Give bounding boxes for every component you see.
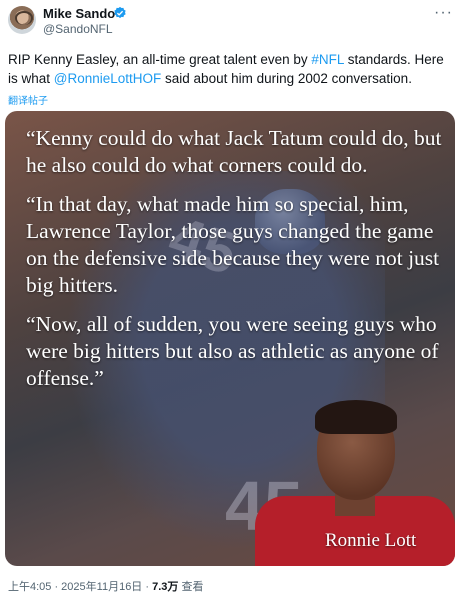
avatar[interactable] bbox=[8, 6, 36, 34]
tweet-text-part: said about him during 2002 conversation. bbox=[161, 71, 412, 86]
hashtag-link[interactable]: #NFL bbox=[311, 52, 344, 67]
signature: Ronnie Lott bbox=[325, 530, 417, 551]
quote-3: “Now, all of sudden, you were seeing guy… bbox=[26, 312, 439, 390]
author-name[interactable]: Mike Sando bbox=[43, 6, 115, 21]
quote-1: “Kenny could do what Jack Tatum could do… bbox=[26, 126, 442, 177]
views-label: 查看 bbox=[178, 581, 204, 593]
tweet-image[interactable]: 45 45 “Kenny could do what Jack Tatum co… bbox=[5, 111, 455, 566]
view-count: 7.3万 bbox=[152, 581, 179, 593]
tweet-meta: 上午4:05 · 2025年11月16日 · 7.3万 查看 bbox=[8, 578, 203, 594]
timestamp[interactable]: 上午4:05 · 2025年11月16日 · bbox=[8, 581, 152, 593]
tweet-header: Mike Sando @SandoNFL ··· bbox=[0, 0, 461, 44]
quote-2: “In that day, what made him so special, … bbox=[26, 192, 440, 297]
author-handle[interactable]: @SandoNFL bbox=[43, 22, 113, 36]
translate-post-link[interactable]: 翻译帖子 bbox=[8, 92, 48, 107]
tweet-text: RIP Kenny Easley, an all-time great tale… bbox=[8, 50, 453, 88]
verified-badge-icon bbox=[114, 6, 126, 19]
more-options-icon[interactable]: ··· bbox=[434, 4, 453, 22]
quote-block: “Kenny could do what Jack Tatum could do… bbox=[26, 125, 446, 404]
tweet-text-part: RIP Kenny Easley, an all-time great tale… bbox=[8, 52, 312, 67]
mention-link[interactable]: @RonnieLottHOF bbox=[54, 71, 162, 86]
